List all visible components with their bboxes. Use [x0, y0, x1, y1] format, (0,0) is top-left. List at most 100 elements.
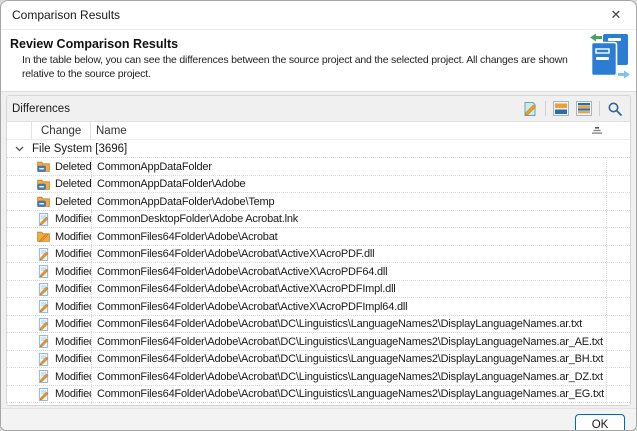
- row-gutter: [7, 298, 32, 315]
- row-change-icon: [37, 335, 50, 348]
- row-gutter: [7, 246, 32, 263]
- row-change-cell: Modified: [32, 316, 91, 333]
- row-gutter: [7, 193, 32, 210]
- toolbar-separator: [599, 101, 600, 116]
- table-row[interactable]: Modified CommonDesktopFolder\Adobe Acrob…: [7, 211, 630, 229]
- row-name: CommonFiles64Folder\Adobe\Acrobat\DC\Lin…: [91, 351, 606, 368]
- page-title: Review Comparison Results: [10, 37, 584, 51]
- row-name: CommonFiles64Folder\Adobe\Acrobat\DC\Lin…: [91, 368, 606, 385]
- row-change-cell: Modified: [32, 403, 91, 406]
- row-right-gutter: [606, 228, 630, 245]
- row-gutter: [7, 176, 32, 193]
- row-change-label: Modified: [55, 266, 91, 278]
- header-description: In the table below, you can see the diff…: [22, 53, 584, 81]
- edit-differences-icon[interactable]: [520, 99, 540, 118]
- row-change-icon: [37, 318, 50, 331]
- row-name: CommonFiles64Folder\Adobe\Acrobat\Active…: [91, 281, 606, 298]
- row-change-icon: [37, 248, 50, 261]
- compare-documents-icon: [590, 33, 630, 79]
- row-gutter: [7, 368, 32, 385]
- differences-panel: Differences: [6, 95, 631, 406]
- row-change-cell: Modified: [32, 368, 91, 385]
- table-row[interactable]: Modified CommonFiles64Folder\Adobe\Acrob…: [7, 298, 630, 316]
- row-change-cell: Modified: [32, 211, 91, 228]
- row-change-icon: [37, 213, 50, 226]
- row-change-cell: Modified: [32, 246, 91, 263]
- row-name: CommonFiles64Folder\Adobe\Acrobat\DC\Lin…: [91, 316, 606, 333]
- row-name: CommonFiles64Folder\Adobe\Acrobat: [91, 228, 606, 245]
- row-change-cell: Modified: [32, 351, 91, 368]
- list-view-icon[interactable]: [574, 99, 594, 118]
- row-right-gutter: [606, 176, 630, 193]
- row-right-gutter: [606, 316, 630, 333]
- table-row[interactable]: Modified CommonFiles64Folder\Adobe\Acrob…: [7, 351, 630, 369]
- row-change-icon: [37, 178, 50, 191]
- row-right-gutter: [606, 298, 630, 315]
- chevron-down-icon[interactable]: [7, 146, 32, 152]
- row-change-label: Modified: [55, 388, 91, 400]
- table-row[interactable]: Deleted CommonAppDataFolder\Adobe: [7, 176, 630, 194]
- row-change-label: Modified: [55, 248, 91, 260]
- group-row-file-system[interactable]: File System [3696]: [7, 140, 630, 158]
- row-gutter: [7, 211, 32, 228]
- row-change-label: Deleted: [55, 196, 91, 208]
- header: Review Comparison Results In the table b…: [1, 30, 636, 91]
- row-right-gutter: [606, 193, 630, 210]
- table-row[interactable]: Deleted CommonAppDataFolder\Adobe\Temp: [7, 193, 630, 211]
- row-name: CommonFiles64Folder\Adobe\Acrobat\Active…: [91, 298, 606, 315]
- search-icon[interactable]: [605, 99, 625, 118]
- row-change-label: Modified: [55, 318, 91, 330]
- row-right-gutter: [606, 263, 630, 280]
- sort-icon[interactable]: [592, 127, 606, 135]
- row-right-gutter: [606, 351, 630, 368]
- table-row[interactable]: Modified CommonFiles64Folder\Adobe\Acrob…: [7, 333, 630, 351]
- row-gutter: [7, 333, 32, 350]
- column-header-change[interactable]: Change: [32, 122, 91, 139]
- row-right-gutter: [606, 403, 630, 406]
- row-change-icon: [37, 283, 50, 296]
- table-row[interactable]: Modified CommonFiles64Folder\Adobe\Acrob…: [7, 403, 630, 406]
- table-row[interactable]: Modified CommonFiles64Folder\Adobe\Acrob…: [7, 386, 630, 404]
- comparison-results-dialog: Comparison Results ✕ Review Comparison R…: [0, 0, 637, 431]
- header-gutter: [7, 122, 32, 139]
- two-pane-view-icon[interactable]: [551, 99, 571, 118]
- table-row[interactable]: Modified CommonFiles64Folder\Adobe\Acrob…: [7, 228, 630, 246]
- row-change-icon: [37, 195, 50, 208]
- row-right-gutter: [606, 158, 630, 175]
- row-right-gutter: [606, 211, 630, 228]
- table-header: Change Name: [7, 122, 630, 140]
- row-name: CommonDesktopFolder\Adobe Acrobat.lnk: [91, 211, 606, 228]
- row-change-cell: Modified: [32, 386, 91, 403]
- table-row[interactable]: Modified CommonFiles64Folder\Adobe\Acrob…: [7, 246, 630, 264]
- row-change-label: Modified: [55, 371, 91, 383]
- row-change-icon: [37, 388, 50, 401]
- table-row[interactable]: Modified CommonFiles64Folder\Adobe\Acrob…: [7, 316, 630, 334]
- row-gutter: [7, 281, 32, 298]
- table-row[interactable]: Modified CommonFiles64Folder\Adobe\Acrob…: [7, 368, 630, 386]
- differences-table: Change Name: [7, 121, 630, 405]
- row-change-label: Modified: [55, 336, 91, 348]
- row-name: CommonFiles64Folder\Adobe\Acrobat\Active…: [91, 263, 606, 280]
- row-gutter: [7, 403, 32, 406]
- table-row[interactable]: Modified CommonFiles64Folder\Adobe\Acrob…: [7, 281, 630, 299]
- table-body: File System [3696] Deleted CommonAppData…: [7, 140, 630, 406]
- row-change-label: Modified: [55, 301, 91, 313]
- row-right-gutter: [606, 333, 630, 350]
- column-header-name[interactable]: Name: [91, 122, 606, 139]
- row-gutter: [7, 386, 32, 403]
- group-label: File System [3696]: [32, 143, 127, 155]
- ok-button[interactable]: OK: [575, 414, 625, 431]
- differences-label: Differences: [12, 103, 70, 115]
- toolbar-separator: [545, 101, 546, 116]
- table-row[interactable]: Modified CommonFiles64Folder\Adobe\Acrob…: [7, 263, 630, 281]
- row-change-label: Deleted: [55, 178, 91, 190]
- row-change-icon: [37, 160, 50, 173]
- close-icon[interactable]: ✕: [596, 1, 636, 29]
- column-header-name-label: Name: [96, 125, 127, 137]
- table-row[interactable]: Deleted CommonAppDataFolder: [7, 158, 630, 176]
- row-change-icon: [37, 230, 50, 243]
- dialog-title: Comparison Results: [1, 8, 120, 22]
- row-change-label: Modified: [55, 406, 91, 407]
- row-change-cell: Deleted: [32, 176, 91, 193]
- differences-toolbar: Differences: [7, 96, 630, 121]
